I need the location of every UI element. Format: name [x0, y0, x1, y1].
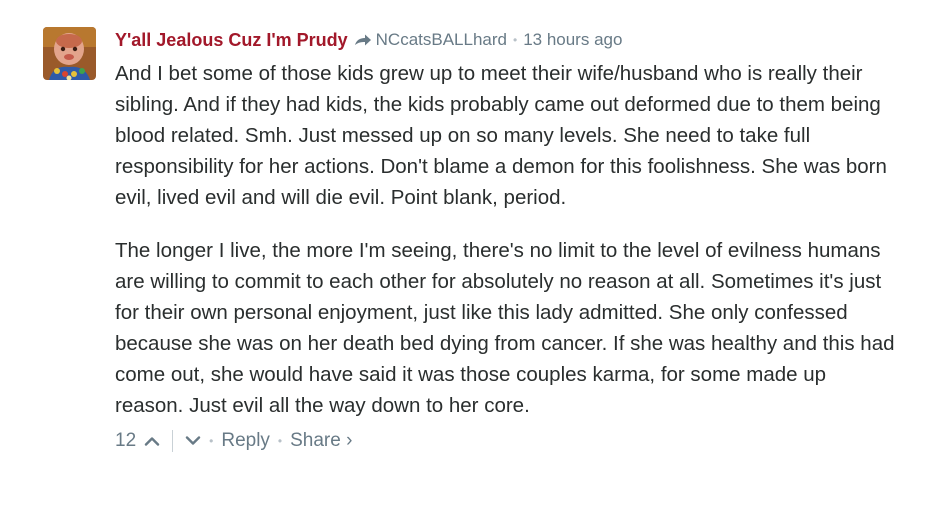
footer-separator: • — [209, 434, 214, 448]
share-button[interactable]: Share › — [290, 430, 352, 452]
avatar-image — [43, 27, 96, 80]
author-name[interactable]: Y'all Jealous Cuz I'm Prudy — [115, 30, 348, 51]
meta-separator: • — [512, 33, 518, 47]
reply-to-user[interactable]: NCcatsBALLhard — [376, 30, 507, 50]
chevron-down-icon — [185, 430, 201, 452]
upvote-button[interactable] — [144, 430, 160, 452]
comment-message: And I bet some of those kids grew up to … — [115, 58, 895, 421]
message-paragraph: The longer I live, the more I'm seeing, … — [115, 239, 895, 417]
comment-body: Y'all Jealous Cuz I'm Prudy NCcatsBALLha… — [115, 22, 895, 452]
reply-arrow-icon — [354, 33, 372, 47]
upvote-count: 12 — [115, 430, 137, 451]
avatar[interactable] — [43, 27, 96, 80]
vote-controls: 12 — [115, 430, 201, 452]
comment-footer: 12 • Reply • Share › — [115, 430, 895, 452]
vote-divider — [172, 430, 174, 452]
reply-button[interactable]: Reply — [221, 430, 270, 452]
comment-header: Y'all Jealous Cuz I'm Prudy NCcatsBALLha… — [115, 22, 895, 58]
downvote-button[interactable] — [185, 430, 201, 452]
footer-separator: • — [277, 434, 283, 448]
comment-timestamp[interactable]: 13 hours ago — [523, 30, 622, 50]
message-paragraph: And I bet some of those kids grew up to … — [115, 62, 887, 209]
chevron-up-icon — [144, 430, 160, 452]
